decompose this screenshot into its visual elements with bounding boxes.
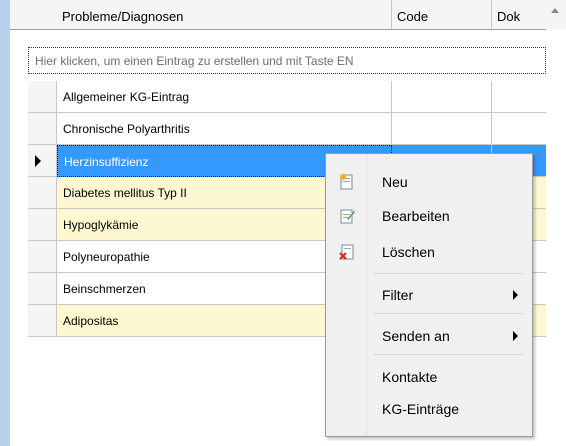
chevron-up-icon	[551, 8, 559, 13]
menu-item-label: Löschen	[382, 244, 435, 260]
menu-item-edit[interactable]: Bearbeiten	[326, 200, 532, 232]
menu-item-new[interactable]: Neu	[326, 166, 532, 198]
menu-item-filter[interactable]: Filter	[326, 279, 532, 311]
table-row[interactable]: Allgemeiner KG-Eintrag	[10, 81, 546, 113]
row-selector[interactable]	[28, 177, 57, 209]
grid-header: Probleme/Diagnosen Code Dok	[10, 0, 546, 30]
menu-separator	[374, 273, 524, 274]
menu-item-label: Kontakte	[382, 369, 438, 385]
menu-item-label: Neu	[382, 174, 408, 190]
row-code-cell[interactable]	[392, 81, 492, 113]
row-selector[interactable]	[28, 145, 57, 177]
row-problem-cell[interactable]: Chronische Polyarthritis	[57, 113, 392, 145]
row-selector[interactable]	[28, 241, 57, 273]
menu-item-label: Filter	[382, 287, 414, 303]
menu-item-kg-entries[interactable]: KG-Einträge	[326, 393, 532, 425]
menu-separator	[374, 313, 524, 314]
row-selector[interactable]	[28, 209, 57, 241]
column-header-problem[interactable]: Probleme/Diagnosen	[57, 0, 392, 29]
new-document-icon	[340, 174, 353, 190]
current-row-arrow-icon	[35, 155, 41, 167]
row-dok-cell[interactable]	[492, 113, 546, 145]
submenu-arrow-icon	[513, 290, 518, 300]
row-selector[interactable]	[28, 305, 57, 337]
column-header-code[interactable]: Code	[392, 0, 492, 29]
menu-separator	[374, 354, 524, 355]
new-entry-row[interactable]: Hier klicken, um einen Eintrag zu erstel…	[28, 47, 546, 74]
row-selector[interactable]	[28, 113, 57, 145]
row-problem-cell[interactable]: Allgemeiner KG-Eintrag	[57, 81, 392, 113]
context-menu: Neu Bearbeiten Löschen Filter Senden an …	[325, 153, 533, 437]
menu-item-delete[interactable]: Löschen	[326, 236, 532, 268]
row-dok-cell[interactable]	[492, 81, 546, 113]
column-header-dok[interactable]: Dok	[492, 0, 546, 29]
row-selector[interactable]	[28, 273, 57, 305]
submenu-arrow-icon	[513, 331, 518, 341]
row-selector[interactable]	[28, 81, 57, 113]
delete-document-icon	[339, 244, 354, 260]
menu-item-label: Senden an	[382, 328, 450, 344]
menu-item-send-to[interactable]: Senden an	[326, 320, 532, 352]
edit-document-icon	[340, 209, 355, 224]
menu-item-contacts[interactable]: Kontakte	[326, 361, 532, 393]
scrollbar-up-button[interactable]	[546, 0, 566, 29]
menu-item-label: KG-Einträge	[382, 401, 460, 417]
row-code-cell[interactable]	[392, 113, 492, 145]
left-panel-strip	[0, 0, 10, 446]
menu-item-label: Bearbeiten	[382, 208, 450, 224]
table-row[interactable]: Chronische Polyarthritis	[10, 113, 546, 145]
